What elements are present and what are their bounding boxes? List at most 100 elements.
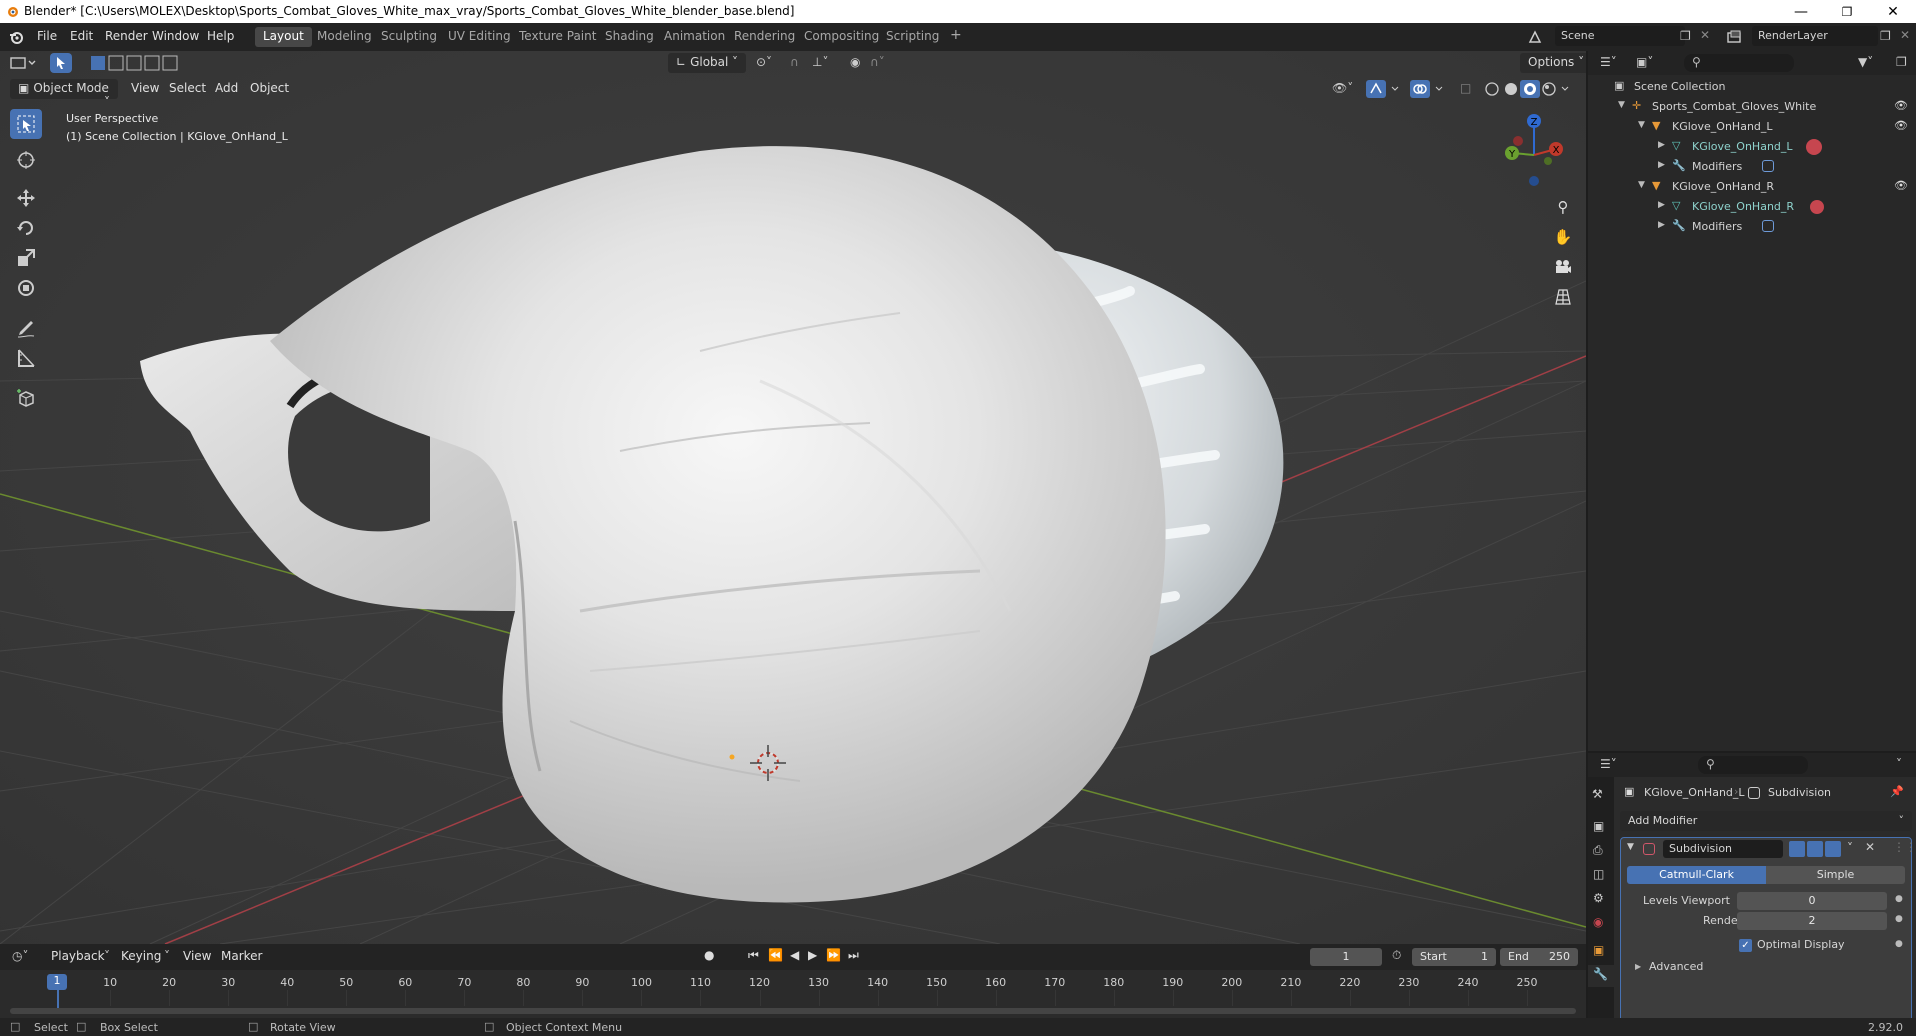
object-mode-dropdown[interactable]: ▣ Object Mode ˅ xyxy=(10,79,118,109)
expand-arrow-icon[interactable]: ▶ xyxy=(1658,220,1665,230)
restore-button[interactable]: ❐ xyxy=(1824,0,1870,23)
timeline-menu-keying[interactable]: Keying xyxy=(114,948,168,966)
visibility-eye-icon[interactable]: 👁 xyxy=(1894,179,1908,192)
render-levels-field[interactable]: 2 xyxy=(1737,912,1887,930)
outliner-search-input[interactable]: ⚲ xyxy=(1684,54,1794,72)
viewport-menu-add[interactable]: Add xyxy=(208,80,245,98)
render-toggle-icon[interactable] xyxy=(1825,841,1841,857)
overlays-toggle-button[interactable] xyxy=(1410,80,1448,98)
viewport-menu-select[interactable]: Select xyxy=(162,80,213,98)
realtime-toggle-icon[interactable] xyxy=(1807,841,1823,857)
tab-scene[interactable]: ⚙ xyxy=(1593,891,1604,905)
falloff-icon[interactable]: ∩˅ xyxy=(870,55,885,69)
levels-viewport-field[interactable]: 0 xyxy=(1737,892,1887,910)
delete-view-layer-icon[interactable]: ✕ xyxy=(1900,28,1910,42)
zoom-view-button[interactable]: ⚲ xyxy=(1551,195,1575,219)
outliner-row-glove-right-mesh[interactable]: ▶ ▽ KGlove_OnHand_R xyxy=(1588,197,1916,217)
menu-help[interactable]: Help xyxy=(200,28,241,46)
tab-object[interactable]: ▣ xyxy=(1593,943,1604,957)
current-frame-field[interactable]: 1 xyxy=(1310,948,1382,966)
tab-texture-paint[interactable]: Texture Paint xyxy=(511,27,604,47)
simple-option[interactable]: Simple xyxy=(1766,866,1905,884)
play-icon[interactable]: ▶ xyxy=(808,948,817,962)
transform-orientation-dropdown[interactable]: ∟ Global ˅ xyxy=(668,53,746,73)
minimize-button[interactable]: — xyxy=(1778,0,1824,23)
select-tool-toggle[interactable] xyxy=(50,53,72,73)
outliner-row-glove-left[interactable]: ▼ ▼ KGlove_OnHand_L 👁 xyxy=(1588,117,1916,137)
viewport-menu-view[interactable]: View xyxy=(124,80,166,98)
tab-scripting[interactable]: Scripting xyxy=(878,27,947,47)
tab-sculpting[interactable]: Sculpting xyxy=(373,27,445,47)
timeline-ruler[interactable]: 10 20 30 40 50 60 70 80 90 100 110 120 130 140 150 160 1… xyxy=(0,970,1586,1018)
tab-shading[interactable]: Shading xyxy=(597,27,662,47)
prev-keyframe-icon[interactable]: ⏪ xyxy=(768,948,783,962)
keyframe-dot-icon[interactable]: ● xyxy=(1895,894,1903,904)
outliner-row-glove-right-modifiers[interactable]: ▶ 🔧 Modifiers xyxy=(1588,217,1916,237)
collapse-arrow-icon[interactable]: ▼ xyxy=(1627,842,1634,852)
outliner-row-scene-collection[interactable]: ▣ Scene Collection xyxy=(1588,77,1916,97)
scene-field[interactable]: Scene xyxy=(1555,26,1685,46)
play-reverse-icon[interactable]: ◀ xyxy=(790,948,799,962)
gizmo-toggle-button[interactable] xyxy=(1366,80,1404,98)
move-tool[interactable] xyxy=(10,183,42,213)
selection-mode-icons[interactable] xyxy=(90,55,180,71)
drag-handle-icon[interactable]: ⋮⋮ xyxy=(1893,840,1916,854)
perspective-toggle-button[interactable] xyxy=(1551,285,1575,309)
tab-modifiers[interactable]: 🔧 xyxy=(1588,965,1614,987)
tab-render[interactable]: ▣ xyxy=(1593,819,1604,833)
menu-file[interactable]: File xyxy=(30,28,64,46)
end-frame-field[interactable]: End 250 xyxy=(1500,948,1578,966)
options-dropdown[interactable]: Options ˅ xyxy=(1520,53,1586,73)
cursor-tool[interactable] xyxy=(10,145,42,175)
timeline-menu-view[interactable]: View xyxy=(176,948,218,966)
visibility-icon[interactable]: 👁˅ xyxy=(1332,81,1353,95)
add-cube-tool[interactable] xyxy=(10,383,42,413)
expand-arrow-icon[interactable]: ▶ xyxy=(1635,962,1641,971)
tab-world[interactable]: ◉ xyxy=(1593,915,1603,929)
optimal-display-checkbox[interactable]: ✓ xyxy=(1739,939,1752,952)
3d-viewport[interactable]: ∟ Global ˅ ⊙˅ ∩ ⊥˅ ◉ ∩˅ Options ˅ ▣ Object … xyxy=(0,51,1586,944)
outliner-row-glove-left-modifiers[interactable]: ▶ 🔧 Modifiers xyxy=(1588,157,1916,177)
catmull-clark-option[interactable]: Catmull-Clark xyxy=(1627,866,1766,884)
transform-tool[interactable] xyxy=(10,273,42,303)
snap-icon[interactable]: ∩ xyxy=(790,55,799,69)
new-collection-icon[interactable]: ❐ xyxy=(1896,55,1907,69)
timeline-editor-type-icon[interactable]: ◷˅ xyxy=(12,949,28,963)
timeline-scrollbar[interactable] xyxy=(10,1008,1576,1014)
camera-view-button[interactable] xyxy=(1551,255,1575,279)
navigation-gizmo[interactable]: Z X Y xyxy=(1494,109,1576,191)
pan-view-button[interactable]: ✋ xyxy=(1551,225,1575,249)
properties-search-input[interactable]: ⚲ xyxy=(1698,756,1808,774)
select-box-tool[interactable] xyxy=(10,109,42,139)
expand-arrow-icon[interactable]: ▶ xyxy=(1658,140,1665,150)
viewport-menu-object[interactable]: Object xyxy=(243,80,296,98)
collapse-arrow-icon[interactable]: ▼ xyxy=(1618,100,1625,110)
visibility-eye-icon[interactable]: 👁 xyxy=(1894,119,1908,132)
pivot-point-icon[interactable]: ⊙˅ xyxy=(756,55,772,69)
view-layer-field[interactable]: RenderLayer xyxy=(1752,26,1878,46)
add-modifier-dropdown[interactable]: Add Modifier ˅ xyxy=(1620,811,1912,831)
jump-end-icon[interactable]: ⏭ xyxy=(848,948,859,963)
stopwatch-icon[interactable]: ⏱ xyxy=(1392,948,1401,963)
tab-output[interactable]: ⎙ xyxy=(1593,843,1603,858)
expand-arrow-icon[interactable]: ▶ xyxy=(1658,160,1665,170)
pin-icon[interactable]: 📌 xyxy=(1890,785,1904,798)
blender-menu-icon[interactable] xyxy=(8,29,24,45)
filter-icon[interactable]: ▼˅ xyxy=(1858,55,1873,69)
tab-compositing[interactable]: Compositing xyxy=(796,27,887,47)
tab-view-layer[interactable]: ◫ xyxy=(1593,867,1604,881)
measure-tool[interactable] xyxy=(10,343,42,373)
snap-target-icon[interactable]: ⊥˅ xyxy=(812,55,828,69)
keyframe-dot-icon[interactable]: ● xyxy=(1895,939,1903,949)
close-window-button[interactable]: ✕ xyxy=(1870,0,1916,23)
outliner-row-glove-right[interactable]: ▼ ▼ KGlove_OnHand_R 👁 xyxy=(1588,177,1916,197)
properties-editor-type-icon[interactable]: ☰˅ xyxy=(1600,757,1617,771)
expand-arrow-icon[interactable]: ▶ xyxy=(1658,200,1665,210)
advanced-section-label[interactable]: Advanced xyxy=(1649,960,1703,973)
start-frame-field[interactable]: Start 1 xyxy=(1412,948,1496,966)
visibility-eye-icon[interactable]: 👁 xyxy=(1894,99,1908,112)
rotate-tool[interactable] xyxy=(10,213,42,243)
playhead[interactable]: 1 xyxy=(47,974,67,990)
delete-scene-icon[interactable]: ✕ xyxy=(1700,28,1710,42)
jump-start-icon[interactable]: ⏮ xyxy=(748,948,759,963)
